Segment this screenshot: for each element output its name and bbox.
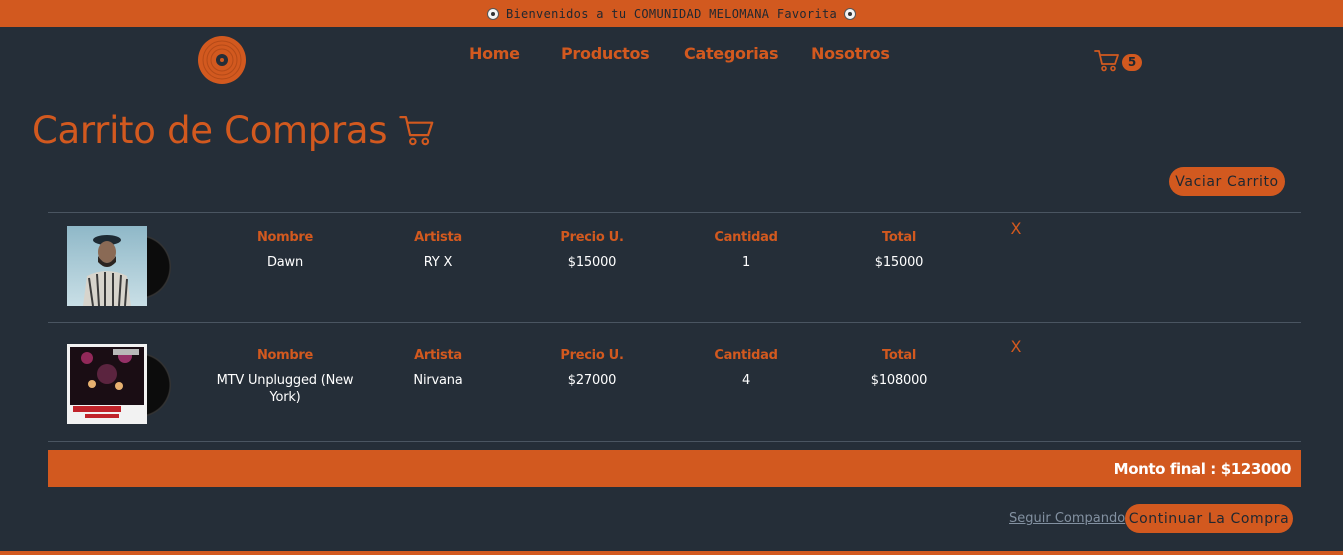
cell-unit-price: Precio U. $15000	[522, 230, 662, 271]
cell-name: Nombre MTV Unplugged (New York)	[215, 348, 355, 406]
cell-artist: Artista RY X	[368, 230, 508, 271]
album-thumbnail	[67, 344, 171, 426]
cell-quantity: Cantidad 1	[676, 230, 816, 271]
value-quantity: 4	[741, 373, 751, 388]
header-quantity: Cantidad	[714, 230, 778, 245]
album-thumbnail	[67, 226, 171, 308]
divider	[48, 212, 1301, 213]
album-cover-mtv-unplugged	[67, 344, 147, 424]
announcement-text: Bienvenidos a tu COMUNIDAD MELOMANA Favo…	[505, 6, 838, 21]
cart-icon	[1094, 50, 1119, 72]
page-title-text: Carrito de Compras	[32, 109, 388, 152]
cell-total: Total $15000	[829, 230, 969, 271]
value-total: $108000	[870, 373, 928, 388]
final-amount-bar: Monto final : $123000	[48, 450, 1301, 487]
header-name: Nombre	[256, 348, 314, 363]
remove-item-button[interactable]: X	[1008, 221, 1024, 237]
header-artist: Artista	[414, 348, 462, 363]
cell-total: Total $108000	[829, 348, 969, 389]
cart-count-badge: 5	[1122, 54, 1142, 71]
value-name: MTV Unplugged (New York)	[216, 373, 354, 405]
value-unit-price: $15000	[567, 255, 617, 270]
value-artist: Nirvana	[413, 373, 463, 388]
cart-icon	[399, 115, 434, 145]
nav-nosotros[interactable]: Nosotros	[811, 44, 890, 63]
value-artist: RY X	[423, 255, 453, 270]
vinyl-icon	[486, 7, 499, 20]
header-total: Total	[881, 230, 916, 245]
header-unit-price: Precio U.	[560, 348, 624, 363]
header-artist: Artista	[414, 230, 462, 245]
value-total: $15000	[874, 255, 924, 270]
cell-artist: Artista Nirvana	[368, 348, 508, 389]
nav-categorias[interactable]: Categorias	[684, 44, 778, 63]
header-total: Total	[881, 348, 916, 363]
footer-accent-line	[0, 551, 1343, 555]
header-quantity: Cantidad	[714, 348, 778, 363]
cart-button[interactable]: 5	[1094, 49, 1146, 73]
cell-quantity: Cantidad 4	[676, 348, 816, 389]
cell-name: Nombre Dawn	[215, 230, 355, 271]
nav-home[interactable]: Home	[469, 44, 520, 63]
announcement-bar: Bienvenidos a tu COMUNIDAD MELOMANA Favo…	[0, 0, 1343, 27]
nav-productos[interactable]: Productos	[561, 44, 650, 63]
album-cover-dawn	[67, 226, 147, 306]
vinyl-icon	[844, 7, 857, 20]
value-name: Dawn	[266, 255, 304, 270]
divider	[48, 322, 1301, 323]
page-title: Carrito de Compras	[32, 109, 435, 152]
value-quantity: 1	[741, 255, 751, 270]
keep-shopping-link[interactable]: Seguir Compando	[1009, 511, 1125, 526]
header-name: Nombre	[256, 230, 314, 245]
divider	[48, 441, 1301, 442]
cell-unit-price: Precio U. $27000	[522, 348, 662, 389]
final-amount: Monto final : $123000	[1113, 459, 1292, 478]
header-unit-price: Precio U.	[560, 230, 624, 245]
continue-purchase-button[interactable]: Continuar La Compra	[1125, 504, 1293, 533]
value-unit-price: $27000	[567, 373, 617, 388]
clear-cart-button[interactable]: Vaciar Carrito	[1169, 167, 1285, 196]
remove-item-button[interactable]: X	[1008, 339, 1024, 355]
